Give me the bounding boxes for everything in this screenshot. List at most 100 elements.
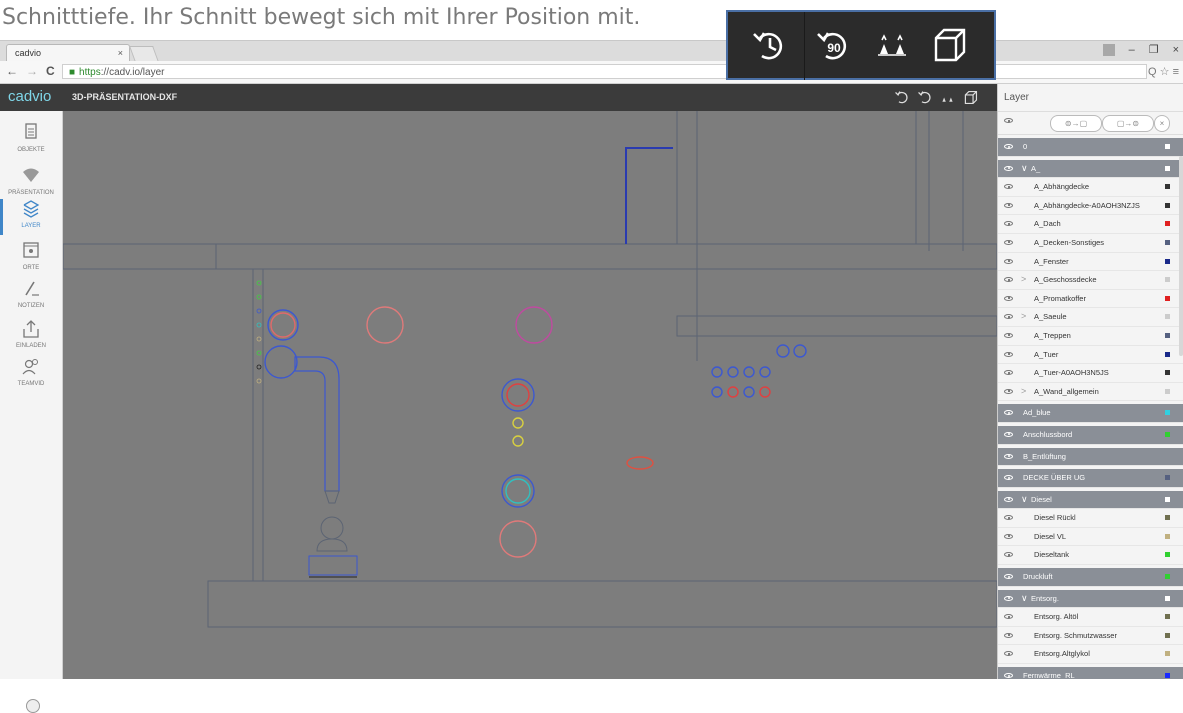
eye-icon[interactable]	[1004, 410, 1013, 416]
chevron-icon[interactable]: >	[1021, 271, 1026, 289]
tool-einladen[interactable]: EINLADEN	[0, 319, 62, 349]
section-depth-icon[interactable]	[870, 24, 914, 68]
layer-row[interactable]: A_Promatkoffer	[998, 290, 1183, 309]
layer-color-swatch[interactable]	[1165, 651, 1170, 657]
cube-icon[interactable]	[928, 24, 972, 68]
layer-color-swatch[interactable]	[1165, 165, 1170, 171]
eye-icon[interactable]	[1004, 221, 1013, 227]
eye-icon[interactable]	[1004, 651, 1013, 657]
eye-icon[interactable]	[1004, 351, 1013, 357]
eye-icon[interactable]	[1004, 277, 1013, 283]
layer-color-swatch[interactable]	[1165, 388, 1170, 394]
layer-color-swatch[interactable]	[1165, 632, 1170, 638]
layer-color-swatch[interactable]	[1165, 332, 1170, 338]
layer-color-swatch[interactable]	[1165, 295, 1170, 301]
layer-color-swatch[interactable]	[1165, 673, 1170, 679]
rotate-left-icon[interactable]	[893, 89, 910, 106]
settings-icon[interactable]	[26, 699, 40, 713]
eye-icon[interactable]	[1004, 475, 1013, 481]
layer-row[interactable]: > A_Geschossdecke	[998, 271, 1183, 290]
layer-color-swatch[interactable]	[1165, 515, 1170, 521]
eye-icon[interactable]	[1004, 574, 1013, 580]
layer-row[interactable]: Ad_blue	[998, 404, 1183, 423]
layer-row[interactable]: DECKE ÜBER UG	[998, 469, 1183, 488]
eye-icon[interactable]	[1004, 239, 1013, 245]
layer-tool-button[interactable]: ▢→⊜	[1102, 115, 1154, 132]
rotate-90-icon[interactable]: 90	[812, 24, 856, 68]
browser-tab[interactable]: cadvio ×	[6, 44, 130, 61]
tool-notizen[interactable]: NOTIZEN	[0, 279, 62, 309]
new-tab-button[interactable]	[129, 46, 159, 62]
layer-color-swatch[interactable]	[1165, 453, 1170, 459]
chevron-icon[interactable]: >	[1021, 308, 1026, 326]
eye-icon[interactable]	[1004, 144, 1013, 149]
layer-color-swatch[interactable]	[1165, 314, 1170, 320]
eye-icon[interactable]	[1004, 431, 1013, 437]
layer-color-swatch[interactable]	[1165, 614, 1170, 620]
eye-icon[interactable]	[1004, 118, 1013, 123]
chevron-icon[interactable]: >	[1021, 383, 1026, 401]
layer-row[interactable]: Fernwärme_RL	[998, 667, 1183, 679]
layer-color-swatch[interactable]	[1165, 258, 1170, 264]
section-depth-icon[interactable]	[939, 89, 956, 106]
layer-row[interactable]: ∨ A_	[998, 159, 1183, 179]
layer-row[interactable]: A_Tuer	[998, 346, 1183, 365]
layer-row[interactable]: Diesel VL	[998, 528, 1183, 547]
layer-color-swatch[interactable]	[1165, 351, 1170, 357]
layer-row[interactable]: Druckluft	[998, 568, 1183, 587]
tool-objekte[interactable]: OBJEKTE	[0, 123, 62, 153]
layer-row[interactable]: Entsorg.Altglykol	[998, 645, 1183, 665]
close-window-button[interactable]: ×	[1173, 44, 1179, 56]
tool-praesentation[interactable]: PRÄSENTATION	[0, 166, 62, 196]
eye-icon[interactable]	[1004, 370, 1013, 376]
eye-icon[interactable]	[1004, 314, 1013, 320]
layer-color-swatch[interactable]	[1165, 552, 1170, 558]
layer-color-swatch[interactable]	[1165, 370, 1170, 376]
layer-row[interactable]: A_Decken-Sonstiges	[998, 234, 1183, 253]
layer-row[interactable]: Entsorg. Schmutzwasser	[998, 627, 1183, 646]
chevron-icon[interactable]: ∨	[1021, 491, 1028, 509]
layer-scrollbar[interactable]	[1179, 156, 1183, 356]
chevron-icon[interactable]: ∨	[1021, 590, 1028, 608]
address-bar-actions[interactable]: Q ☆ ≡	[1148, 65, 1179, 78]
eye-icon[interactable]	[1004, 295, 1013, 301]
layer-color-swatch[interactable]	[1165, 184, 1170, 190]
back-button[interactable]: ←	[6, 64, 18, 78]
layer-row[interactable]: Dieseltank	[998, 546, 1183, 566]
layer-color-swatch[interactable]	[1165, 410, 1170, 416]
eye-icon[interactable]	[1004, 202, 1013, 208]
layer-row[interactable]: > A_Wand_allgemein	[998, 383, 1183, 402]
layer-row[interactable]: A_Treppen	[998, 327, 1183, 346]
layer-row[interactable]: A_Dach	[998, 215, 1183, 234]
layer-color-swatch[interactable]	[1165, 595, 1170, 601]
tool-teamvid[interactable]: TEAMVID	[0, 357, 62, 387]
layer-color-swatch[interactable]	[1165, 144, 1170, 149]
eye-icon[interactable]	[1004, 388, 1013, 394]
layer-row[interactable]: 0	[998, 138, 1183, 157]
eye-icon[interactable]	[1004, 552, 1013, 558]
layer-row[interactable]: Entsorg. Altöl	[998, 608, 1183, 627]
layer-row[interactable]: A_Fenster	[998, 253, 1183, 272]
reload-button[interactable]: C	[46, 64, 55, 78]
layer-tool-button[interactable]: ⊜→▢	[1050, 115, 1102, 132]
cube-icon[interactable]	[962, 89, 979, 106]
eye-icon[interactable]	[1004, 258, 1013, 264]
eye-icon[interactable]	[1004, 533, 1013, 539]
layer-color-swatch[interactable]	[1165, 277, 1170, 283]
layer-row[interactable]: B_Entlüftung	[998, 447, 1183, 467]
layer-color-swatch[interactable]	[1165, 533, 1170, 539]
layer-color-swatch[interactable]	[1165, 574, 1170, 580]
eye-icon[interactable]	[1004, 632, 1013, 638]
eye-icon[interactable]	[1004, 165, 1013, 171]
layer-row[interactable]: Anschlussbord	[998, 425, 1183, 445]
eye-icon[interactable]	[1004, 673, 1013, 679]
tool-layer[interactable]: LAYER	[0, 199, 62, 229]
layer-color-swatch[interactable]	[1165, 221, 1170, 227]
maximize-button[interactable]: ❐	[1149, 43, 1159, 56]
eye-icon[interactable]	[1004, 595, 1013, 601]
eye-icon[interactable]	[1004, 515, 1013, 521]
eye-icon[interactable]	[1004, 332, 1013, 338]
layer-row[interactable]: A_Abhängdecke	[998, 178, 1183, 197]
layer-row[interactable]: ∨ Entsorg.	[998, 589, 1183, 609]
tool-orte[interactable]: ORTE	[0, 241, 62, 271]
